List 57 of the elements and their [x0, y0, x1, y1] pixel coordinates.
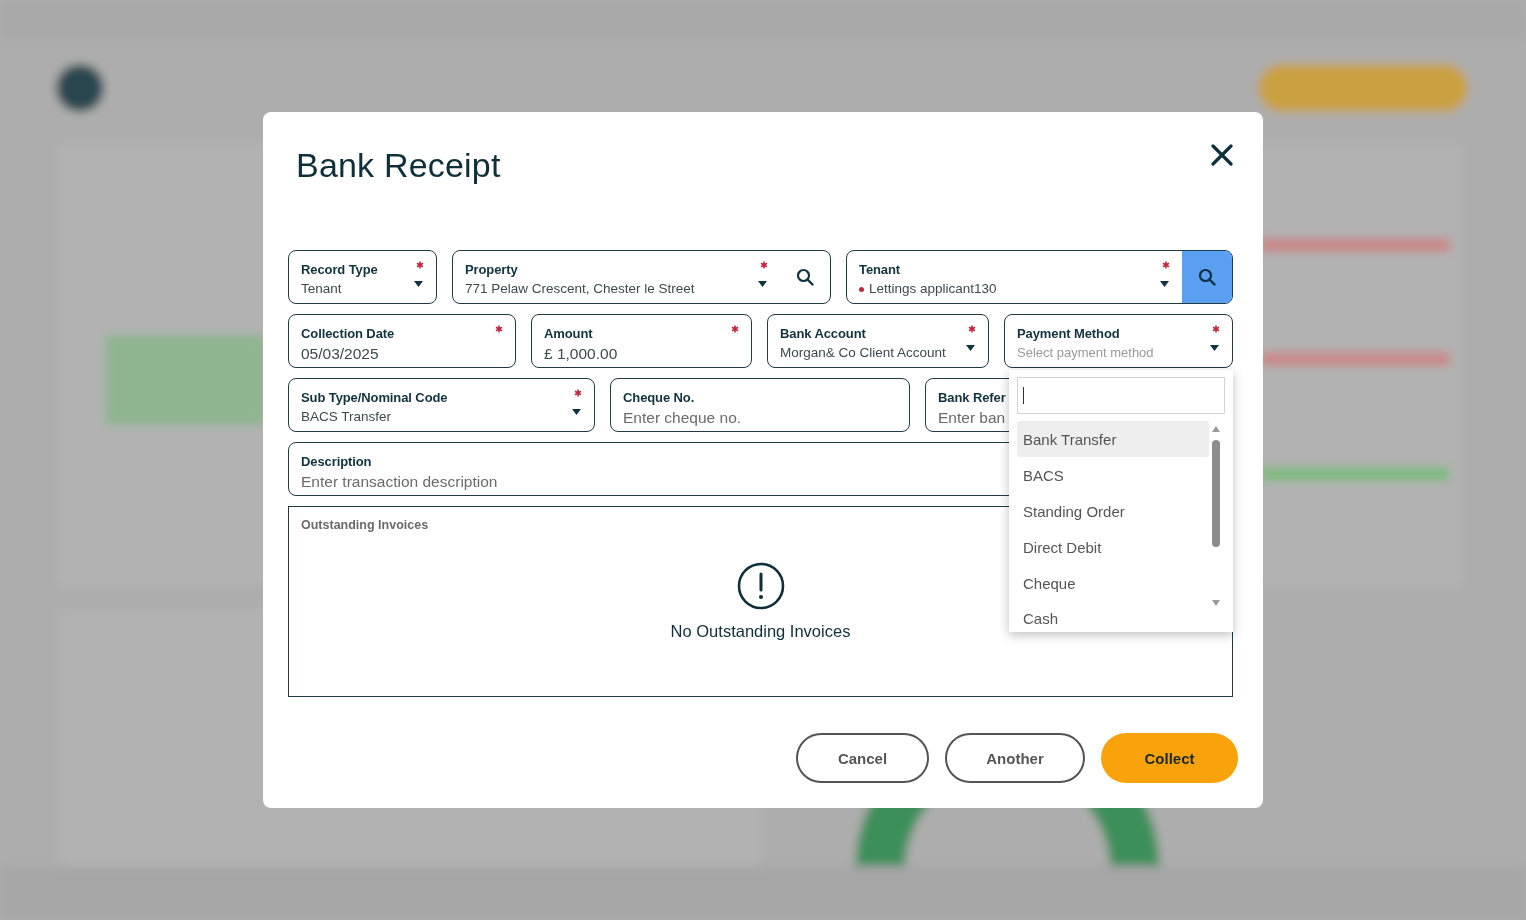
input-field[interactable]: Cheque No. Enter cheque no. [610, 378, 910, 432]
field-label: Amount [544, 326, 593, 342]
field-label: Bank Account [780, 326, 866, 342]
caret-icon [572, 409, 581, 415]
close-button[interactable] [1211, 144, 1233, 166]
close-icon [1211, 144, 1233, 166]
caret-icon [1160, 281, 1169, 287]
search-button[interactable] [1182, 251, 1232, 303]
dropdown-search-field[interactable] [1017, 377, 1225, 414]
text-cursor [1023, 387, 1024, 404]
caret-icon [1210, 345, 1219, 351]
exclamation-circle-icon [736, 562, 785, 610]
field-value: Lettings applicant130 [859, 280, 997, 298]
dropdown-field[interactable]: Tenant Lettings applicant130 [846, 250, 1233, 304]
panel-title: Outstanding Invoices [301, 518, 430, 532]
field-label: Bank Refer [938, 390, 1006, 406]
secondary-button[interactable]: Cancel [796, 733, 929, 783]
dialog-title: Bank Receipt [296, 145, 501, 186]
search-icon [1198, 268, 1216, 286]
input-field[interactable]: Amount £ 1,000.00 [531, 314, 752, 368]
field-value: 05/03/2025 [301, 345, 379, 363]
caret-icon [966, 345, 975, 351]
secondary-button[interactable]: Another [945, 733, 1085, 783]
caret-icon [758, 281, 767, 287]
field-value: £ 1,000.00 [544, 345, 618, 363]
dropdown-option[interactable]: Cheque [1017, 565, 1209, 601]
field-label: Property [465, 262, 518, 278]
field-placeholder: Enter cheque no. [623, 409, 742, 427]
field-label: Sub Type/Nominal Code [301, 390, 448, 406]
field-placeholder: Enter ban [938, 409, 1006, 427]
field-label: Record Type [301, 262, 378, 278]
search-icon [796, 268, 814, 286]
field-placeholder: Enter transaction description [301, 473, 498, 491]
dropdown-field[interactable]: Record Type Tenant [288, 250, 437, 304]
dropdown-option[interactable]: Cash [1017, 601, 1209, 627]
empty-state-message: No Outstanding Invoices [670, 622, 851, 641]
dropdown-field[interactable]: Bank Account Morgan& Co Client Account [767, 314, 989, 368]
field-value: Tenant [301, 280, 342, 298]
field-label: Tenant [859, 262, 901, 278]
field-label: Payment Method [1017, 326, 1120, 342]
field-value: BACS Transfer [301, 408, 392, 426]
dropdown-field[interactable]: Sub Type/Nominal Code BACS Transfer [288, 378, 595, 432]
field-label: Collection Date [301, 326, 395, 342]
caret-icon [414, 281, 423, 287]
dropdown-option[interactable]: BACS [1017, 457, 1209, 493]
field-value: 771 Pelaw Crescent, Chester le Street [465, 280, 695, 298]
field-label: Cheque No. [623, 390, 695, 406]
input-field[interactable]: Collection Date 05/03/2025 [288, 314, 516, 368]
dropdown-option[interactable]: Bank Transfer [1017, 421, 1209, 457]
field-value: Morgan& Co Client Account [780, 344, 946, 362]
field-placeholder: Select payment method [1017, 344, 1154, 362]
field-label: Description [301, 454, 372, 470]
primary-button[interactable]: Collect [1101, 733, 1238, 783]
dropdown-option[interactable]: Direct Debit [1017, 529, 1209, 565]
dropdown-field[interactable]: Payment Method Select payment method [1004, 314, 1233, 368]
dropdown-field[interactable]: Property 771 Pelaw Crescent, Chester le Street [452, 250, 831, 304]
dropdown-option[interactable]: Standing Order [1017, 493, 1209, 529]
